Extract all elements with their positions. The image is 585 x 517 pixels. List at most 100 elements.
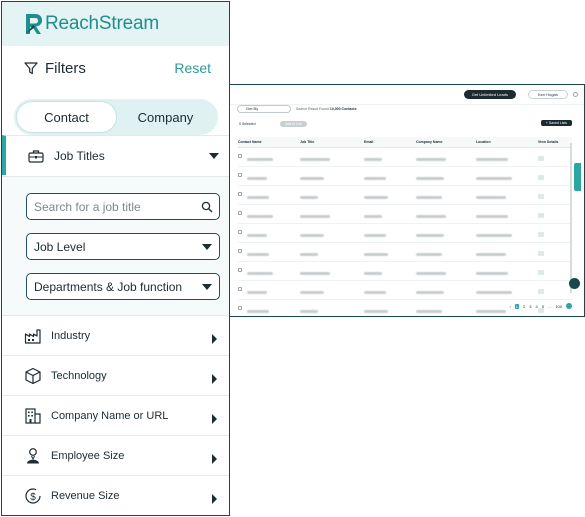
page-link[interactable]: 1 (514, 303, 520, 309)
page-link[interactable]: 5 (542, 304, 544, 309)
funnel-icon (24, 62, 38, 75)
row-checkbox[interactable] (238, 192, 242, 197)
row-checkbox[interactable] (238, 211, 242, 216)
add-to-list-button[interactable]: Add to List (280, 121, 307, 127)
table-row[interactable] (238, 242, 572, 262)
blurred-cell (364, 204, 416, 224)
table-header: Contact Name Job Title Email Company Nam… (238, 137, 572, 148)
job-title-search-input[interactable]: Search for a job title (26, 193, 220, 220)
feedback-tab[interactable] (574, 163, 581, 191)
view-details-cell (538, 223, 572, 243)
search-icon[interactable] (201, 201, 213, 213)
reset-button[interactable]: Reset (174, 60, 211, 76)
blurred-cell (416, 185, 476, 205)
row-checkbox[interactable] (238, 249, 242, 254)
column-header[interactable]: Contact Name (238, 137, 300, 148)
row-checkbox[interactable] (238, 287, 242, 292)
blurred-cell (476, 223, 538, 243)
job-titles-body: Search for a job title Job Level Departm… (2, 176, 229, 316)
column-header[interactable]: Location (476, 137, 538, 148)
contact-cell (238, 280, 300, 300)
results-total: 10,000 Contacts (329, 107, 357, 111)
row-checkbox[interactable] (238, 230, 242, 235)
blurred-cell (416, 223, 476, 243)
contact-cell (238, 166, 300, 186)
chevron-down-icon (202, 243, 212, 250)
contact-cell (238, 261, 300, 281)
view-details-icon[interactable] (538, 250, 544, 256)
job-titles-accordion[interactable]: Job Titles (2, 135, 229, 175)
company-name-filter[interactable]: Company Name or URL (2, 396, 229, 436)
blurred-cell (416, 166, 476, 186)
table-row[interactable] (238, 204, 572, 224)
technology-filter[interactable]: Technology (2, 356, 229, 396)
revenue-size-filter[interactable]: $ Revenue Size (2, 476, 229, 515)
blurred-cell (300, 166, 364, 186)
view-details-icon[interactable] (538, 269, 544, 275)
employee-size-filter[interactable]: Employee Size (2, 436, 229, 476)
contact-tab[interactable]: Contact (17, 102, 116, 132)
view-details-icon[interactable] (538, 231, 544, 237)
chevron-right-icon (212, 453, 217, 464)
contact-cell (238, 242, 300, 262)
view-details-icon[interactable] (538, 193, 544, 199)
view-details-cell (538, 261, 572, 281)
table-row[interactable] (238, 147, 572, 167)
view-details-cell (538, 147, 572, 167)
blurred-cell (364, 223, 416, 243)
logo-bar: ReachStream (2, 2, 229, 46)
blurred-cell (364, 280, 416, 300)
next-page-icon[interactable] (566, 303, 572, 309)
table-row[interactable] (238, 185, 572, 205)
saved-lists-button[interactable]: + Saved Lists (540, 120, 572, 126)
row-checkbox[interactable] (238, 306, 242, 311)
table-row[interactable] (238, 166, 572, 186)
person-icon (27, 447, 39, 463)
blurred-cell (416, 242, 476, 262)
chat-icon[interactable] (569, 278, 580, 289)
get-unlimited-leads-button[interactable]: Get Unlimited Leads (463, 90, 516, 99)
blurred-cell (300, 223, 364, 243)
contacts-table: Contact Name Job Title Email Company Nam… (238, 137, 572, 316)
row-checkbox[interactable] (238, 173, 242, 178)
table-row[interactable] (238, 280, 572, 300)
blurred-cell (300, 147, 364, 167)
blurred-cell (416, 204, 476, 224)
table-row[interactable] (238, 261, 572, 281)
blurred-cell (416, 299, 476, 316)
row-checkbox[interactable] (238, 154, 242, 159)
view-details-icon[interactable] (538, 288, 544, 294)
page-link[interactable]: 100 (555, 304, 562, 309)
logo-text: ReachStream (45, 13, 159, 34)
table-row[interactable] (238, 223, 572, 243)
view-details-icon[interactable] (538, 155, 544, 161)
column-header[interactable]: Email (364, 137, 416, 148)
blurred-cell (364, 242, 416, 262)
contact-company-toggle: Contact Company (14, 99, 218, 135)
table-scrollbar[interactable] (570, 143, 572, 293)
column-header[interactable]: Job Title (300, 137, 364, 148)
job-level-select[interactable]: Job Level (26, 233, 220, 260)
preview-search-input[interactable]: Get By (237, 105, 291, 113)
blurred-cell (364, 261, 416, 281)
blurred-cell (300, 185, 364, 205)
industry-filter[interactable]: Industry (2, 316, 229, 356)
departments-select[interactable]: Departments & Job function (26, 273, 220, 300)
user-menu-button[interactable]: Ken Hogan (527, 90, 568, 99)
view-details-icon[interactable] (538, 212, 544, 218)
results-preview: Get Unlimited Leads Ken Hogan Get By Sea… (229, 84, 585, 317)
settings-icon[interactable] (573, 92, 578, 97)
employee-size-label: Employee Size (51, 449, 125, 462)
company-tab[interactable]: Company (116, 102, 215, 132)
page-link[interactable]: 2 (523, 304, 525, 309)
page-link[interactable]: 4 (536, 304, 538, 309)
blurred-cell (416, 261, 476, 281)
column-header[interactable]: Company Name (416, 137, 476, 148)
industry-label: Industry (51, 329, 91, 342)
prev-page-icon[interactable]: ‹ (509, 304, 510, 309)
view-details-icon[interactable] (538, 174, 544, 180)
chevron-right-icon (212, 373, 217, 384)
page-link[interactable]: 3 (529, 304, 531, 309)
row-checkbox[interactable] (238, 268, 242, 273)
briefcase-icon (28, 149, 44, 163)
